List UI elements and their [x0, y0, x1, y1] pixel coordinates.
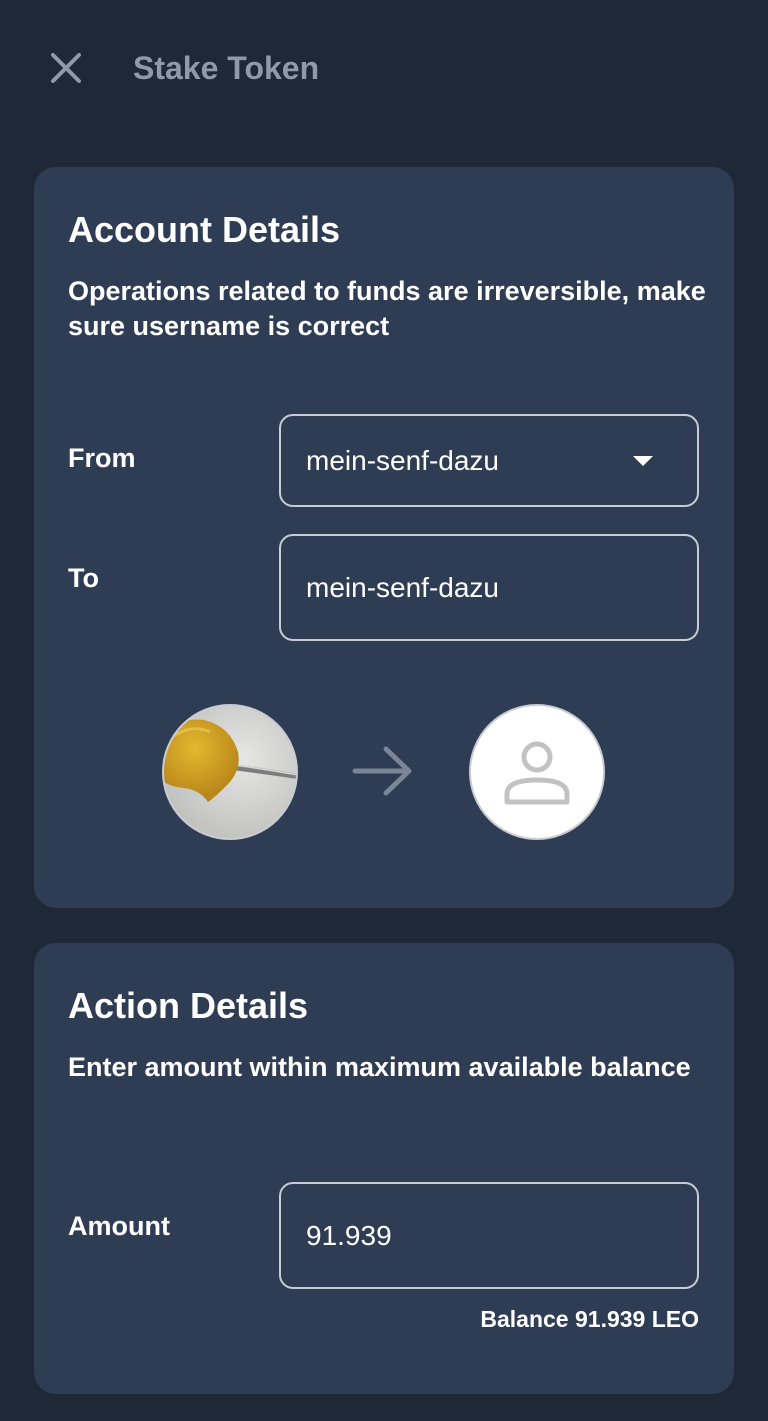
account-details-subtitle: Operations related to funds are irrevers…: [68, 276, 706, 341]
from-avatar: [162, 704, 298, 840]
action-details-title: Action Details: [68, 985, 309, 1026]
amount-input[interactable]: 91.939: [279, 1182, 699, 1289]
close-icon: [51, 53, 81, 83]
action-details-subtitle: Enter amount within maximum available ba…: [68, 1052, 691, 1082]
to-avatar: [469, 704, 605, 840]
from-label: From: [68, 443, 136, 473]
user-placeholder-icon: [504, 741, 570, 805]
balance-text: Balance 91.939 LEO: [480, 1306, 699, 1332]
action-details-card: Action Details Enter amount within maxim…: [34, 943, 734, 1394]
arrow-right-icon: [352, 746, 412, 796]
amount-value: 91.939: [306, 1219, 392, 1251]
close-button[interactable]: [44, 46, 88, 90]
top-bar: Stake Token: [0, 0, 768, 140]
account-details-card: Account Details Operations related to fu…: [34, 167, 734, 908]
amount-label: Amount: [68, 1211, 170, 1241]
to-label: To: [68, 563, 99, 593]
to-account-input[interactable]: mein-senf-dazu: [279, 534, 699, 641]
from-account-value: mein-senf-dazu: [306, 444, 499, 476]
page-title: Stake Token: [133, 50, 320, 86]
account-details-title: Account Details: [68, 209, 341, 250]
from-account-select[interactable]: mein-senf-dazu: [279, 414, 699, 507]
to-account-value: mein-senf-dazu: [306, 571, 499, 603]
chevron-down-icon: [633, 455, 653, 466]
mustard-spoon-image: [164, 706, 296, 838]
